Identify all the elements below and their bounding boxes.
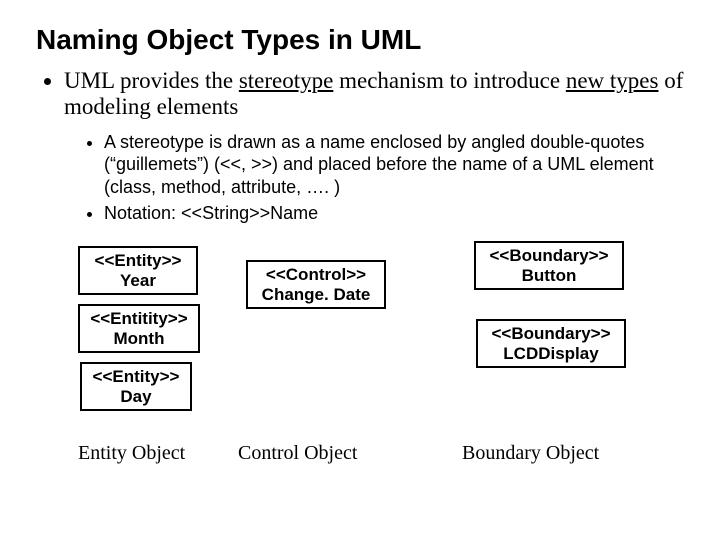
stereotype-label: <<Entity>> xyxy=(88,251,188,271)
box-entity-month: <<Entitity>> Month xyxy=(78,304,200,353)
underline-newtypes: new types xyxy=(566,68,659,93)
box-boundary-lcddisplay: <<Boundary>> LCDDisplay xyxy=(476,319,626,368)
caption-control: Control Object xyxy=(238,442,357,465)
sub-bullet-2: Notation: <<String>>Name xyxy=(104,202,686,225)
class-name: Year xyxy=(88,271,188,291)
class-name: LCDDisplay xyxy=(486,344,616,364)
box-control-changedate: <<Control>> Change. Date xyxy=(246,260,386,309)
box-entity-day: <<Entity>> Day xyxy=(80,362,192,411)
class-name: Month xyxy=(88,329,190,349)
slide: Naming Object Types in UML UML provides … xyxy=(0,0,720,540)
class-name: Change. Date xyxy=(256,285,376,305)
bullet-list: UML provides the stereotype mechanism to… xyxy=(40,68,686,225)
bullet-main: UML provides the stereotype mechanism to… xyxy=(64,68,686,225)
caption-entity: Entity Object xyxy=(78,442,185,465)
stereotype-label: <<Boundary>> xyxy=(486,324,616,344)
stereotype-label: <<Control>> xyxy=(256,265,376,285)
sub-bullet-list: A stereotype is drawn as a name enclosed… xyxy=(82,131,686,225)
sub-bullet-1: A stereotype is drawn as a name enclosed… xyxy=(104,131,686,199)
slide-title: Naming Object Types in UML xyxy=(36,24,686,56)
diagram-area: <<Entity>> Year <<Entitity>> Month <<Ent… xyxy=(78,246,668,506)
stereotype-label: <<Entity>> xyxy=(90,367,182,387)
class-name: Day xyxy=(90,387,182,407)
box-entity-year: <<Entity>> Year xyxy=(78,246,198,295)
stereotype-label: <<Boundary>> xyxy=(484,246,614,266)
class-name: Button xyxy=(484,266,614,286)
underline-stereotype: stereotype xyxy=(239,68,334,93)
text: mechanism to introduce xyxy=(333,68,566,93)
stereotype-label: <<Entitity>> xyxy=(88,309,190,329)
caption-boundary: Boundary Object xyxy=(462,442,599,465)
text: UML provides the xyxy=(64,68,239,93)
box-boundary-button: <<Boundary>> Button xyxy=(474,241,624,290)
